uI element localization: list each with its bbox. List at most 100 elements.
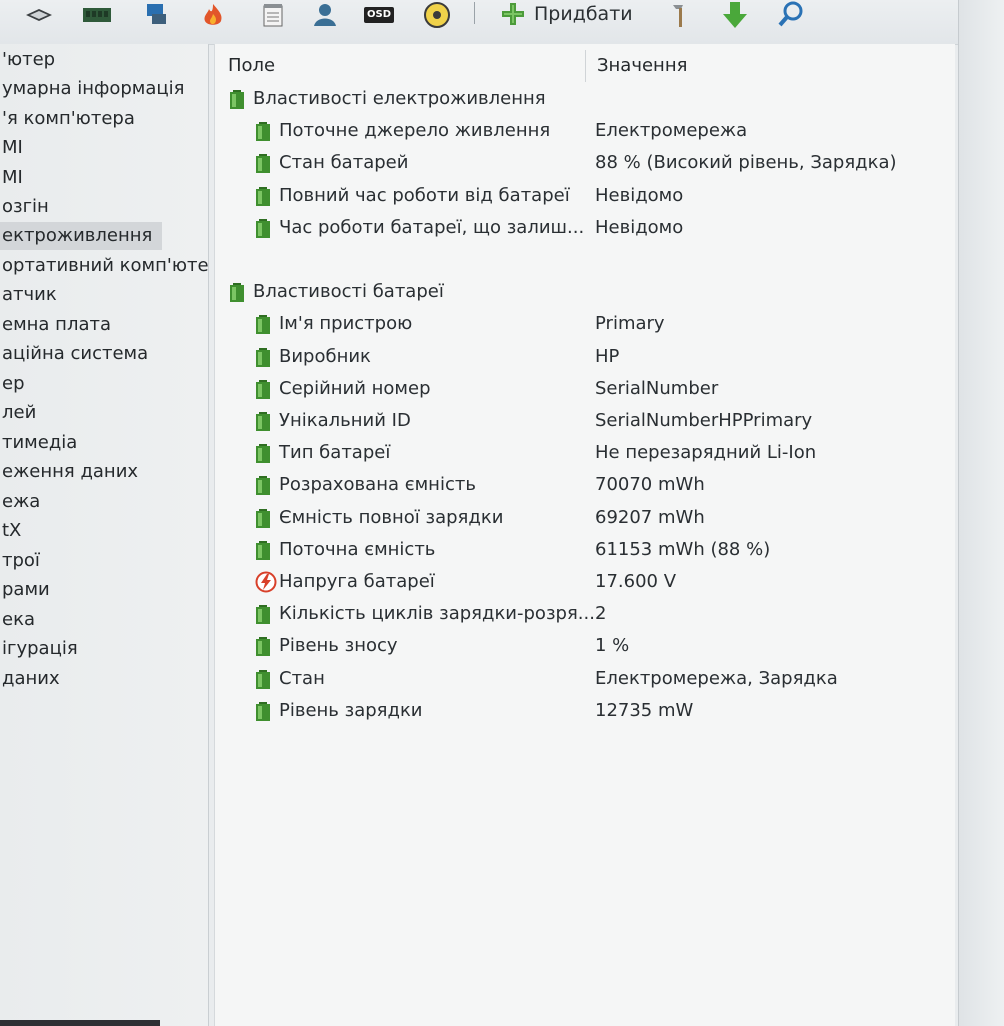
sidebar-item[interactable]: трої — [0, 547, 40, 575]
battery-icon — [255, 668, 273, 690]
sidebar-item-power-selected[interactable]: ектроживлення — [0, 222, 162, 250]
group-title: Властивості батареї — [253, 281, 444, 303]
field-name: Поточне джерело живлення — [279, 120, 551, 142]
group-header[interactable]: Властивості батареї — [229, 277, 444, 307]
sidebar-item[interactable]: ортативний комп'юте — [0, 252, 209, 280]
display-icon[interactable] — [22, 0, 56, 30]
sidebar-item[interactable]: даних — [0, 665, 60, 693]
sidebar-item[interactable]: ежа — [0, 488, 40, 516]
sidebar-item[interactable]: 'ютер — [0, 46, 55, 74]
sidebar-item[interactable]: озгін — [0, 193, 49, 221]
osd-label: OSD — [363, 7, 394, 23]
osd-icon[interactable]: OSD — [362, 0, 396, 30]
battery-icon — [255, 635, 273, 657]
field-name: Ємність повної зарядки — [279, 506, 504, 528]
field-value: SerialNumberHPPrimary — [595, 410, 813, 431]
battery-icon — [255, 603, 273, 625]
group-header[interactable]: Властивості електроживлення — [229, 84, 546, 114]
battery-icon — [255, 217, 273, 239]
table-row[interactable]: Рівень зарядки — [255, 696, 423, 726]
network-icon[interactable] — [140, 0, 174, 30]
memory-icon[interactable] — [80, 0, 114, 30]
sidebar-item[interactable]: ер — [0, 370, 25, 398]
table-row[interactable]: Стан — [255, 664, 325, 694]
tools-icon[interactable] — [664, 0, 698, 30]
sidebar-item[interactable]: ека — [0, 606, 35, 634]
sidebar-item[interactable]: умарна інформація — [0, 75, 185, 103]
table-row[interactable]: Виробник — [255, 342, 371, 372]
sidebar-item[interactable]: MI — [0, 134, 23, 162]
table-row[interactable]: Ім'я пристрою — [255, 309, 412, 339]
field-value: 17.600 V — [595, 571, 677, 592]
table-row[interactable]: Поточна ємність — [255, 535, 435, 565]
battery-icon — [255, 120, 273, 142]
table-row[interactable]: Ємність повної зарядки — [255, 503, 503, 533]
table-row[interactable]: Стан батарей — [255, 148, 408, 178]
field-value: HP — [595, 345, 620, 367]
buy-label: Придбати — [534, 3, 633, 25]
battery-icon — [255, 410, 273, 432]
disc-icon[interactable] — [420, 0, 454, 30]
field-name: Тип батареї — [279, 442, 391, 464]
battery-icon — [255, 442, 273, 464]
sidebar-item[interactable]: тимедіа — [0, 429, 77, 457]
field-value: Невідомо — [595, 184, 684, 206]
battery-icon — [255, 474, 273, 496]
field-name: Серійний номер — [279, 377, 431, 399]
battery-icon — [229, 281, 247, 303]
sidebar-item[interactable]: ігурація — [0, 635, 78, 663]
add-icon — [502, 3, 524, 25]
sidebar-item[interactable]: атчик — [0, 281, 57, 309]
fire-icon[interactable] — [196, 0, 230, 30]
group-title: Властивості електроживлення — [253, 88, 546, 109]
table-row[interactable]: Розрахована ємність — [255, 470, 476, 500]
horizontal-scrollbar[interactable] — [0, 1020, 160, 1026]
download-icon[interactable] — [718, 0, 752, 30]
column-divider[interactable] — [585, 50, 586, 82]
field-name: Рівень зарядки — [279, 699, 423, 721]
column-header-value[interactable]: Значення — [597, 52, 687, 80]
sidebar-item[interactable]: емна плата — [0, 311, 111, 339]
field-value: Електромережа, Зарядка — [595, 667, 838, 689]
field-name: Повний час роботи від батареї — [279, 184, 570, 206]
search-icon[interactable] — [774, 0, 808, 30]
battery-icon — [255, 539, 273, 561]
field-name: Ім'я пристрою — [279, 313, 413, 335]
sidebar-item[interactable]: рами — [0, 576, 50, 604]
voltage-icon — [255, 571, 277, 593]
field-name: Напруга батареї — [279, 571, 435, 592]
field-value: 70070 mWh — [595, 474, 705, 496]
table-row[interactable]: Рівень зносу — [255, 631, 398, 661]
buy-button[interactable]: Придбати — [500, 0, 633, 28]
sidebar-item[interactable]: аційна система — [0, 340, 148, 368]
field-value: 61153 mWh (88 %) — [595, 538, 771, 560]
battery-icon — [255, 185, 273, 207]
column-header-field[interactable]: Поле — [228, 52, 275, 80]
field-value: 69207 mWh — [595, 506, 705, 528]
sidebar-tree: 'ютер умарна інформація 'я комп'ютера MI… — [0, 44, 209, 1026]
sidebar-item[interactable]: tX — [0, 517, 21, 545]
table-row[interactable]: Тип батареї — [255, 438, 390, 468]
field-name: Рівень зносу — [279, 635, 398, 657]
field-name: Поточна ємність — [279, 538, 436, 560]
sidebar-item[interactable]: еження даних — [0, 458, 138, 486]
field-name: Розрахована ємність — [279, 474, 476, 496]
table-row[interactable]: Поточне джерело живлення — [255, 116, 550, 146]
table-row[interactable]: Повний час роботи від батареї — [255, 181, 570, 211]
battery-icon — [255, 346, 273, 368]
field-value: SerialNumber — [595, 377, 719, 399]
field-name: Унікальний ID — [279, 410, 411, 431]
sidebar-item[interactable]: MI — [0, 164, 23, 192]
sidebar-item[interactable]: 'я комп'ютера — [0, 105, 135, 133]
field-value: 88 % (Високий рівень, Зарядка) — [595, 152, 897, 174]
user-icon[interactable] — [308, 0, 342, 30]
table-row[interactable]: Напруга батареї — [255, 567, 435, 597]
table-row[interactable]: Час роботи батареї, що залиш... — [255, 213, 584, 243]
field-name: Стан батарей — [279, 152, 409, 174]
table-row[interactable]: Кількість циклів зарядки-розря... — [255, 599, 595, 629]
table-row[interactable]: Серійний номер — [255, 374, 431, 404]
table-row[interactable]: Унікальний ID — [255, 406, 411, 436]
toolbar-separator — [474, 2, 475, 24]
report-icon[interactable] — [256, 0, 290, 30]
sidebar-item[interactable]: лей — [0, 399, 36, 427]
